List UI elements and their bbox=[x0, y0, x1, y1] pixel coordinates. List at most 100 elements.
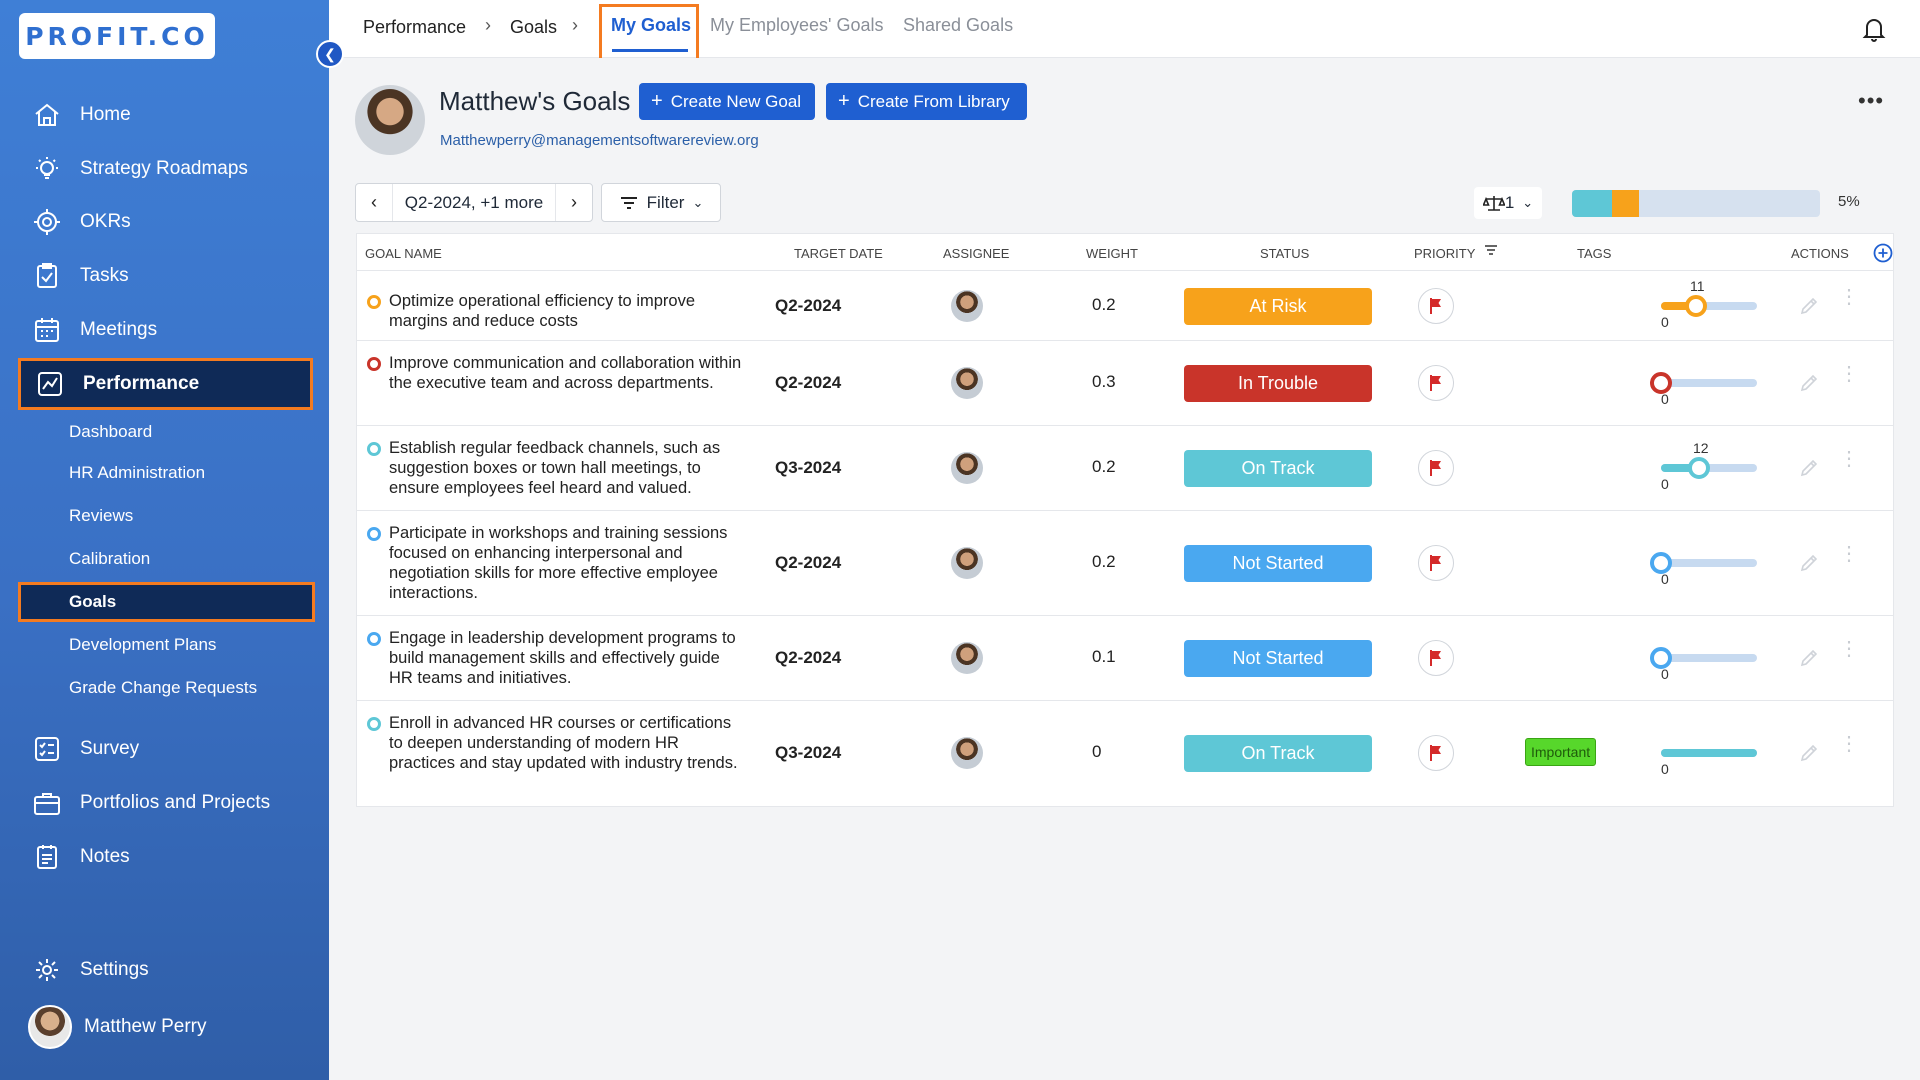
progress-slider[interactable] bbox=[1661, 749, 1757, 757]
sidebar-item-notes[interactable]: Notes bbox=[18, 833, 313, 881]
table-row[interactable]: Engage in leadership development program… bbox=[357, 615, 1893, 700]
collapse-sidebar-button[interactable]: ❮ bbox=[316, 40, 344, 68]
row-menu-icon[interactable]: ⋮ bbox=[1839, 544, 1859, 564]
progress-slider[interactable] bbox=[1661, 457, 1757, 479]
sidebar-item-tasks[interactable]: Tasks bbox=[18, 252, 313, 300]
assignee-avatar[interactable] bbox=[951, 452, 983, 484]
progress-knob[interactable] bbox=[1685, 295, 1707, 317]
goal-name[interactable]: Engage in leadership development program… bbox=[389, 628, 744, 688]
sidebar-item-okrs[interactable]: OKRs bbox=[18, 198, 313, 246]
table-row[interactable]: Improve communication and collaboration … bbox=[357, 340, 1893, 425]
assignee-avatar[interactable] bbox=[951, 642, 983, 674]
more-options-icon[interactable]: ••• bbox=[1858, 88, 1884, 114]
status-badge[interactable]: In Trouble bbox=[1184, 365, 1372, 402]
sidebar-item-performance[interactable]: Performance bbox=[18, 358, 313, 410]
row-menu-icon[interactable]: ⋮ bbox=[1839, 449, 1859, 469]
progress-value: 11 bbox=[1690, 278, 1705, 294]
filter-button[interactable]: Filter ⌄ bbox=[601, 183, 721, 222]
progress-start-value: 0 bbox=[1661, 314, 1669, 330]
status-dot bbox=[367, 442, 381, 456]
breadcrumb-performance[interactable]: Performance bbox=[363, 17, 466, 38]
sidebar-item-survey[interactable]: Survey bbox=[18, 725, 313, 773]
status-badge[interactable]: On Track bbox=[1184, 450, 1372, 487]
sidebar-item-portfolios-and-projects[interactable]: Portfolios and Projects bbox=[18, 779, 313, 827]
sidebar-item-settings[interactable]: Settings bbox=[18, 946, 313, 994]
create-from-library-button[interactable]: + Create From Library bbox=[826, 83, 1027, 120]
edit-icon[interactable] bbox=[1799, 458, 1819, 478]
previous-period-button[interactable]: ‹ bbox=[356, 184, 392, 221]
row-menu-icon[interactable]: ⋮ bbox=[1839, 287, 1859, 307]
goal-name[interactable]: Establish regular feedback channels, suc… bbox=[389, 438, 744, 498]
gear-icon bbox=[32, 955, 62, 985]
priority-flag-button[interactable] bbox=[1418, 640, 1454, 676]
edit-icon[interactable] bbox=[1799, 648, 1819, 668]
plus-icon: + bbox=[838, 90, 850, 112]
sidebar-subitem-reviews[interactable]: Reviews bbox=[69, 500, 133, 532]
tab-my-employees-goals[interactable]: My Employees' Goals bbox=[710, 15, 884, 36]
progress-slider[interactable] bbox=[1650, 552, 1757, 574]
tag-badge[interactable]: Important bbox=[1525, 738, 1597, 766]
period-label[interactable]: Q2-2024, +1 more bbox=[392, 184, 556, 221]
user-profile[interactable]: Matthew Perry bbox=[28, 1005, 206, 1049]
status-badge[interactable]: Not Started bbox=[1184, 640, 1372, 677]
priority-flag-button[interactable] bbox=[1418, 288, 1454, 324]
weight-count: 1 bbox=[1504, 193, 1515, 212]
column-header-tags: TAGS bbox=[1577, 246, 1612, 261]
priority-flag-button[interactable] bbox=[1418, 450, 1454, 486]
progress-slider[interactable] bbox=[1661, 295, 1757, 317]
priority-flag-button[interactable] bbox=[1418, 365, 1454, 401]
create-new-goal-button[interactable]: + Create New Goal bbox=[639, 83, 815, 120]
bell-icon[interactable] bbox=[1862, 16, 1886, 42]
assignee-avatar[interactable] bbox=[951, 367, 983, 399]
edit-icon[interactable] bbox=[1799, 553, 1819, 573]
add-column-icon[interactable] bbox=[1872, 242, 1894, 264]
progress-slider[interactable] bbox=[1650, 647, 1757, 669]
table-row[interactable]: Establish regular feedback channels, suc… bbox=[357, 425, 1893, 510]
progress-slider[interactable] bbox=[1650, 372, 1757, 394]
status-badge[interactable]: On Track bbox=[1184, 735, 1372, 772]
sidebar-subitem-hr-administration[interactable]: HR Administration bbox=[69, 457, 205, 489]
next-period-button[interactable]: › bbox=[556, 184, 592, 221]
row-menu-icon[interactable]: ⋮ bbox=[1839, 734, 1859, 754]
column-header-priority[interactable]: PRIORITY bbox=[1414, 246, 1475, 261]
priority-sort-icon[interactable] bbox=[1483, 243, 1499, 264]
status-dot bbox=[367, 632, 381, 646]
goal-name[interactable]: Optimize operational efficiency to impro… bbox=[389, 291, 744, 331]
target-date: Q3-2024 bbox=[775, 458, 842, 477]
priority-flag-button[interactable] bbox=[1418, 735, 1454, 771]
tab-shared-goals[interactable]: Shared Goals bbox=[903, 15, 1013, 36]
sidebar-subitem-calibration[interactable]: Calibration bbox=[69, 543, 150, 575]
user-email[interactable]: Matthewperry@managementsoftwarereview.or… bbox=[440, 132, 759, 149]
progress-knob[interactable] bbox=[1688, 457, 1710, 479]
edit-icon[interactable] bbox=[1799, 743, 1819, 763]
weight-dropdown[interactable]: 1 ⌄ bbox=[1474, 187, 1542, 219]
sidebar-item-home[interactable]: Home bbox=[18, 91, 313, 139]
logo[interactable]: PROFIT.CO bbox=[19, 13, 215, 59]
sidebar-subitem-grade-change-requests[interactable]: Grade Change Requests bbox=[69, 672, 257, 704]
assignee-avatar[interactable] bbox=[951, 547, 983, 579]
priority-flag-button[interactable] bbox=[1418, 545, 1454, 581]
sidebar-item-strategy-roadmaps[interactable]: Strategy Roadmaps bbox=[18, 145, 313, 193]
table-row[interactable]: Participate in workshops and training se… bbox=[357, 510, 1893, 615]
status-badge[interactable]: At Risk bbox=[1184, 288, 1372, 325]
edit-icon[interactable] bbox=[1799, 296, 1819, 316]
table-row[interactable]: Enroll in advanced HR courses or certifi… bbox=[357, 700, 1893, 805]
sidebar-item-meetings[interactable]: Meetings bbox=[18, 306, 313, 354]
sidebar-subitem-development-plans[interactable]: Development Plans bbox=[69, 629, 216, 661]
goal-name[interactable]: Participate in workshops and training se… bbox=[389, 523, 744, 603]
flag-icon bbox=[1430, 298, 1441, 314]
assignee-avatar[interactable] bbox=[951, 290, 983, 322]
edit-icon[interactable] bbox=[1799, 373, 1819, 393]
settings-label: Settings bbox=[80, 959, 149, 980]
sidebar-subitem-dashboard[interactable]: Dashboard bbox=[69, 416, 152, 448]
table-row[interactable]: Optimize operational efficiency to impro… bbox=[357, 270, 1893, 340]
sidebar-subitem-goals[interactable]: Goals bbox=[18, 582, 315, 622]
row-menu-icon[interactable]: ⋮ bbox=[1839, 364, 1859, 384]
assignee-avatar[interactable] bbox=[951, 737, 983, 769]
goal-name[interactable]: Improve communication and collaboration … bbox=[389, 353, 744, 393]
goal-name[interactable]: Enroll in advanced HR courses or certifi… bbox=[389, 713, 744, 773]
breadcrumb-goals[interactable]: Goals bbox=[510, 17, 557, 38]
row-menu-icon[interactable]: ⋮ bbox=[1839, 639, 1859, 659]
status-badge[interactable]: Not Started bbox=[1184, 545, 1372, 582]
sidebar-item-label: Strategy Roadmaps bbox=[80, 158, 248, 179]
